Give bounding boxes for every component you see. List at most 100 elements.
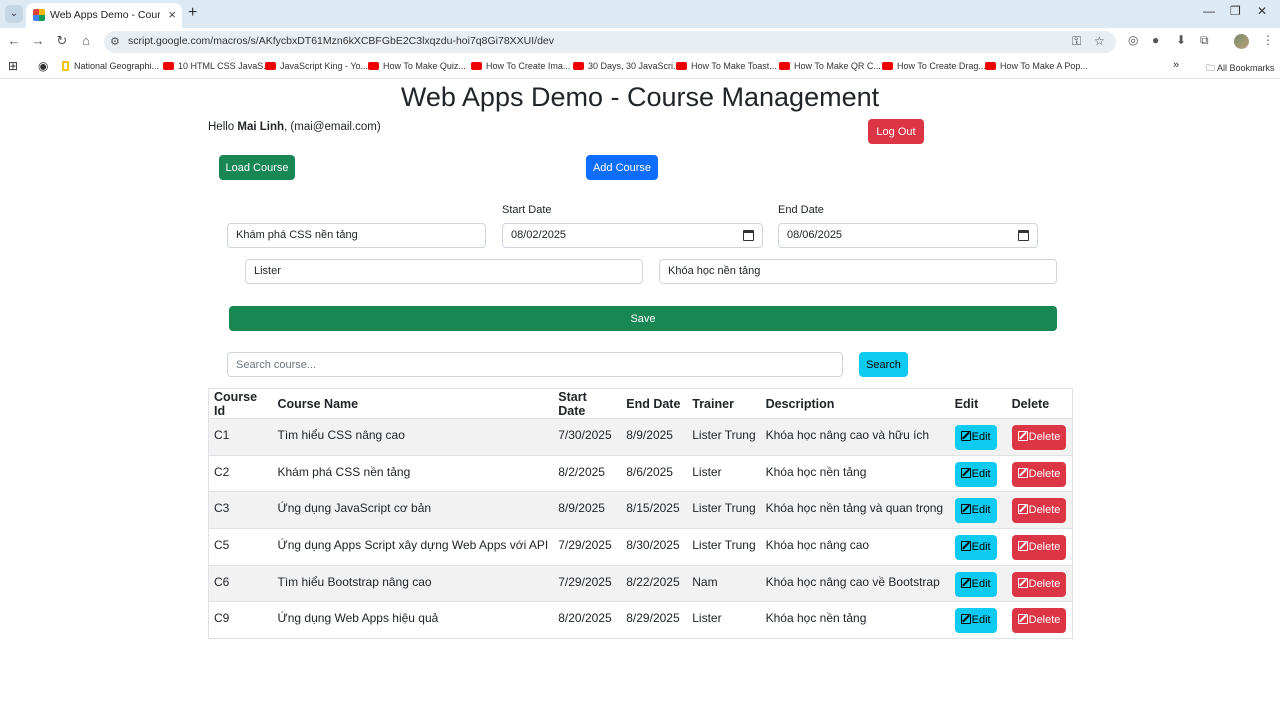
browser-tab[interactable]: Web Apps Demo - Course Man × (26, 3, 182, 28)
bookmark-item[interactable]: 30 Days, 30 JavaScri... (573, 61, 681, 71)
logout-button[interactable]: Log Out (868, 119, 924, 144)
minimize-button[interactable]: — (1203, 4, 1215, 18)
bookmark-label: How To Make A Pop... (1000, 61, 1088, 71)
delete-button[interactable]: Delete (1011, 535, 1067, 561)
ng-icon (62, 61, 69, 71)
bookmark-star-icon[interactable]: ☆ (1094, 34, 1105, 48)
edit-button[interactable]: Edit (954, 461, 997, 487)
close-window-button[interactable]: ✕ (1257, 4, 1267, 18)
delete-button[interactable]: Delete (1011, 498, 1067, 524)
edit-button-cell: Edit (949, 528, 1007, 566)
cell-description: Khóa học nền tảng (760, 455, 950, 493)
search-input[interactable] (227, 352, 843, 377)
cell-start-date: 7/29/2025 (553, 565, 622, 603)
bookmark-item[interactable]: How To Create Ima... (471, 61, 570, 71)
download-extension-icon[interactable]: ⬇ (1176, 33, 1186, 47)
calendar-icon[interactable] (743, 230, 754, 241)
user-name: Mai Linh (237, 121, 285, 133)
address-bar[interactable]: ⚙ script.google.com/macros/s/AKfycbxDT61… (104, 31, 1116, 53)
site-info-icon[interactable]: ⚙ (110, 35, 120, 48)
bookmark-label: How To Make Toast... (691, 61, 777, 71)
edit-button[interactable]: Edit (954, 535, 997, 561)
bookmark-item[interactable]: How To Make A Pop... (985, 61, 1088, 71)
folder-icon: 🗀 (1206, 63, 1216, 73)
browser-menu-icon[interactable]: ⋮ (1262, 33, 1274, 47)
delete-button-cell: Delete (1006, 565, 1073, 603)
tab-search-button[interactable]: ⌄ (5, 5, 23, 23)
cell-course-id: C5 (208, 528, 273, 566)
load-course-button[interactable]: Load Course (219, 155, 295, 180)
calendar-icon[interactable] (1018, 230, 1029, 241)
edit-button[interactable]: Edit (954, 498, 997, 524)
trainer-field[interactable]: Lister (245, 259, 643, 284)
cell-trainer: Lister (687, 455, 761, 493)
add-course-button[interactable]: Add Course (586, 155, 658, 180)
description-field[interactable]: Khóa học nền tảng (659, 259, 1057, 284)
extensions-puzzle-icon[interactable]: ⧉ (1200, 33, 1209, 48)
restore-button[interactable]: ❐ (1230, 4, 1241, 18)
cell-end-date: 8/30/2025 (621, 528, 688, 566)
save-button[interactable]: Save (229, 306, 1057, 331)
bookmark-item[interactable]: How To Make QR C... (779, 61, 881, 71)
start-date-field[interactable]: 08/02/2025 (502, 223, 763, 248)
bookmark-item[interactable]: How To Create Drag... (882, 61, 986, 71)
forward-button[interactable]: → (29, 33, 47, 48)
cell-trainer: Lister Trung (687, 491, 761, 530)
bookmark-item[interactable]: National Geographi... (62, 61, 159, 71)
all-bookmarks-folder[interactable]: 🗀 All Bookmarks (1206, 61, 1275, 77)
table-row: C1 Tìm hiểu CSS nâng cao 7/30/2025 8/9/2025… (208, 418, 1073, 456)
apps-script-favicon-icon (33, 9, 45, 21)
youtube-icon (368, 62, 379, 70)
search-button[interactable]: Search (859, 352, 908, 377)
cell-start-date: 8/20/2025 (553, 601, 622, 640)
edit-button-label: Edit (971, 467, 991, 480)
bookmark-label: How To Create Ima... (486, 61, 571, 71)
pencil-square-icon (960, 577, 971, 588)
delete-button-label: Delete (1028, 577, 1061, 590)
cell-course-name: Tìm hiểu Bootstrap nâng cao (272, 565, 554, 603)
delete-button-label: Delete (1028, 614, 1061, 627)
delete-button-cell: Delete (1006, 418, 1073, 456)
edit-button[interactable]: Edit (954, 608, 997, 634)
courses-table: Course Id Course Name Start Date End Dat… (208, 388, 1073, 640)
tab-close-icon[interactable]: × (168, 7, 176, 22)
edit-button[interactable]: Edit (954, 425, 997, 450)
delete-button[interactable]: Delete (1011, 608, 1067, 634)
delete-button[interactable]: Delete (1011, 571, 1067, 597)
pencil-square-icon (1017, 541, 1028, 552)
new-tab-button[interactable]: + (188, 4, 197, 22)
end-date-field[interactable]: 08/06/2025 (778, 223, 1038, 248)
profile-avatar[interactable] (1234, 34, 1249, 49)
password-key-icon[interactable]: ⚿ (1072, 34, 1081, 49)
edit-button-cell: Edit (949, 601, 1007, 640)
bookmark-item[interactable]: How To Make Quiz... (368, 61, 466, 71)
apps-grid-icon[interactable]: ⊞ (8, 59, 18, 73)
delete-button[interactable]: Delete (1011, 425, 1067, 450)
bookmark-label: National Geographi... (74, 61, 160, 71)
more-bookmarks-chevron-icon[interactable]: » (1173, 59, 1179, 71)
color-extension-icon[interactable]: ● (1152, 33, 1159, 47)
edit-button[interactable]: Edit (954, 571, 997, 597)
tab-title: Web Apps Demo - Course Man (50, 9, 160, 21)
bookmark-label: 30 Days, 30 JavaScri... (588, 61, 681, 71)
back-button[interactable]: ← (5, 33, 23, 48)
delete-button[interactable]: Delete (1011, 461, 1067, 487)
cell-course-id: C3 (208, 491, 273, 530)
cell-course-id: C2 (208, 455, 273, 493)
bookmark-item[interactable]: 10 HTML CSS JavaS... (163, 61, 271, 71)
table-row: C6 Tìm hiểu Bootstrap nâng cao 7/29/2025 8/… (208, 565, 1073, 603)
header-course-name: Course Name (272, 388, 554, 419)
cell-course-name: Ứng dụng Web Apps hiệu quả (272, 601, 554, 640)
pencil-square-icon (1017, 614, 1028, 625)
home-button[interactable]: ⌂ (77, 33, 95, 48)
start-date-value: 08/02/2025 (511, 229, 567, 241)
course-name-field[interactable]: Khám phá CSS nền tảng (227, 223, 486, 248)
delete-button-cell: Delete (1006, 455, 1073, 493)
bookmark-item[interactable]: How To Make Toast... (676, 61, 777, 71)
bookmark-item[interactable]: JavaScript King - Yo... (265, 61, 368, 71)
header-description: Description (760, 388, 950, 419)
reload-button[interactable]: ↻ (53, 33, 71, 49)
globe-icon[interactable]: ◉ (38, 59, 48, 73)
compass-extension-icon[interactable]: ◎ (1128, 33, 1138, 47)
cell-description: Khóa học nâng cao và hữu ích (760, 418, 950, 456)
